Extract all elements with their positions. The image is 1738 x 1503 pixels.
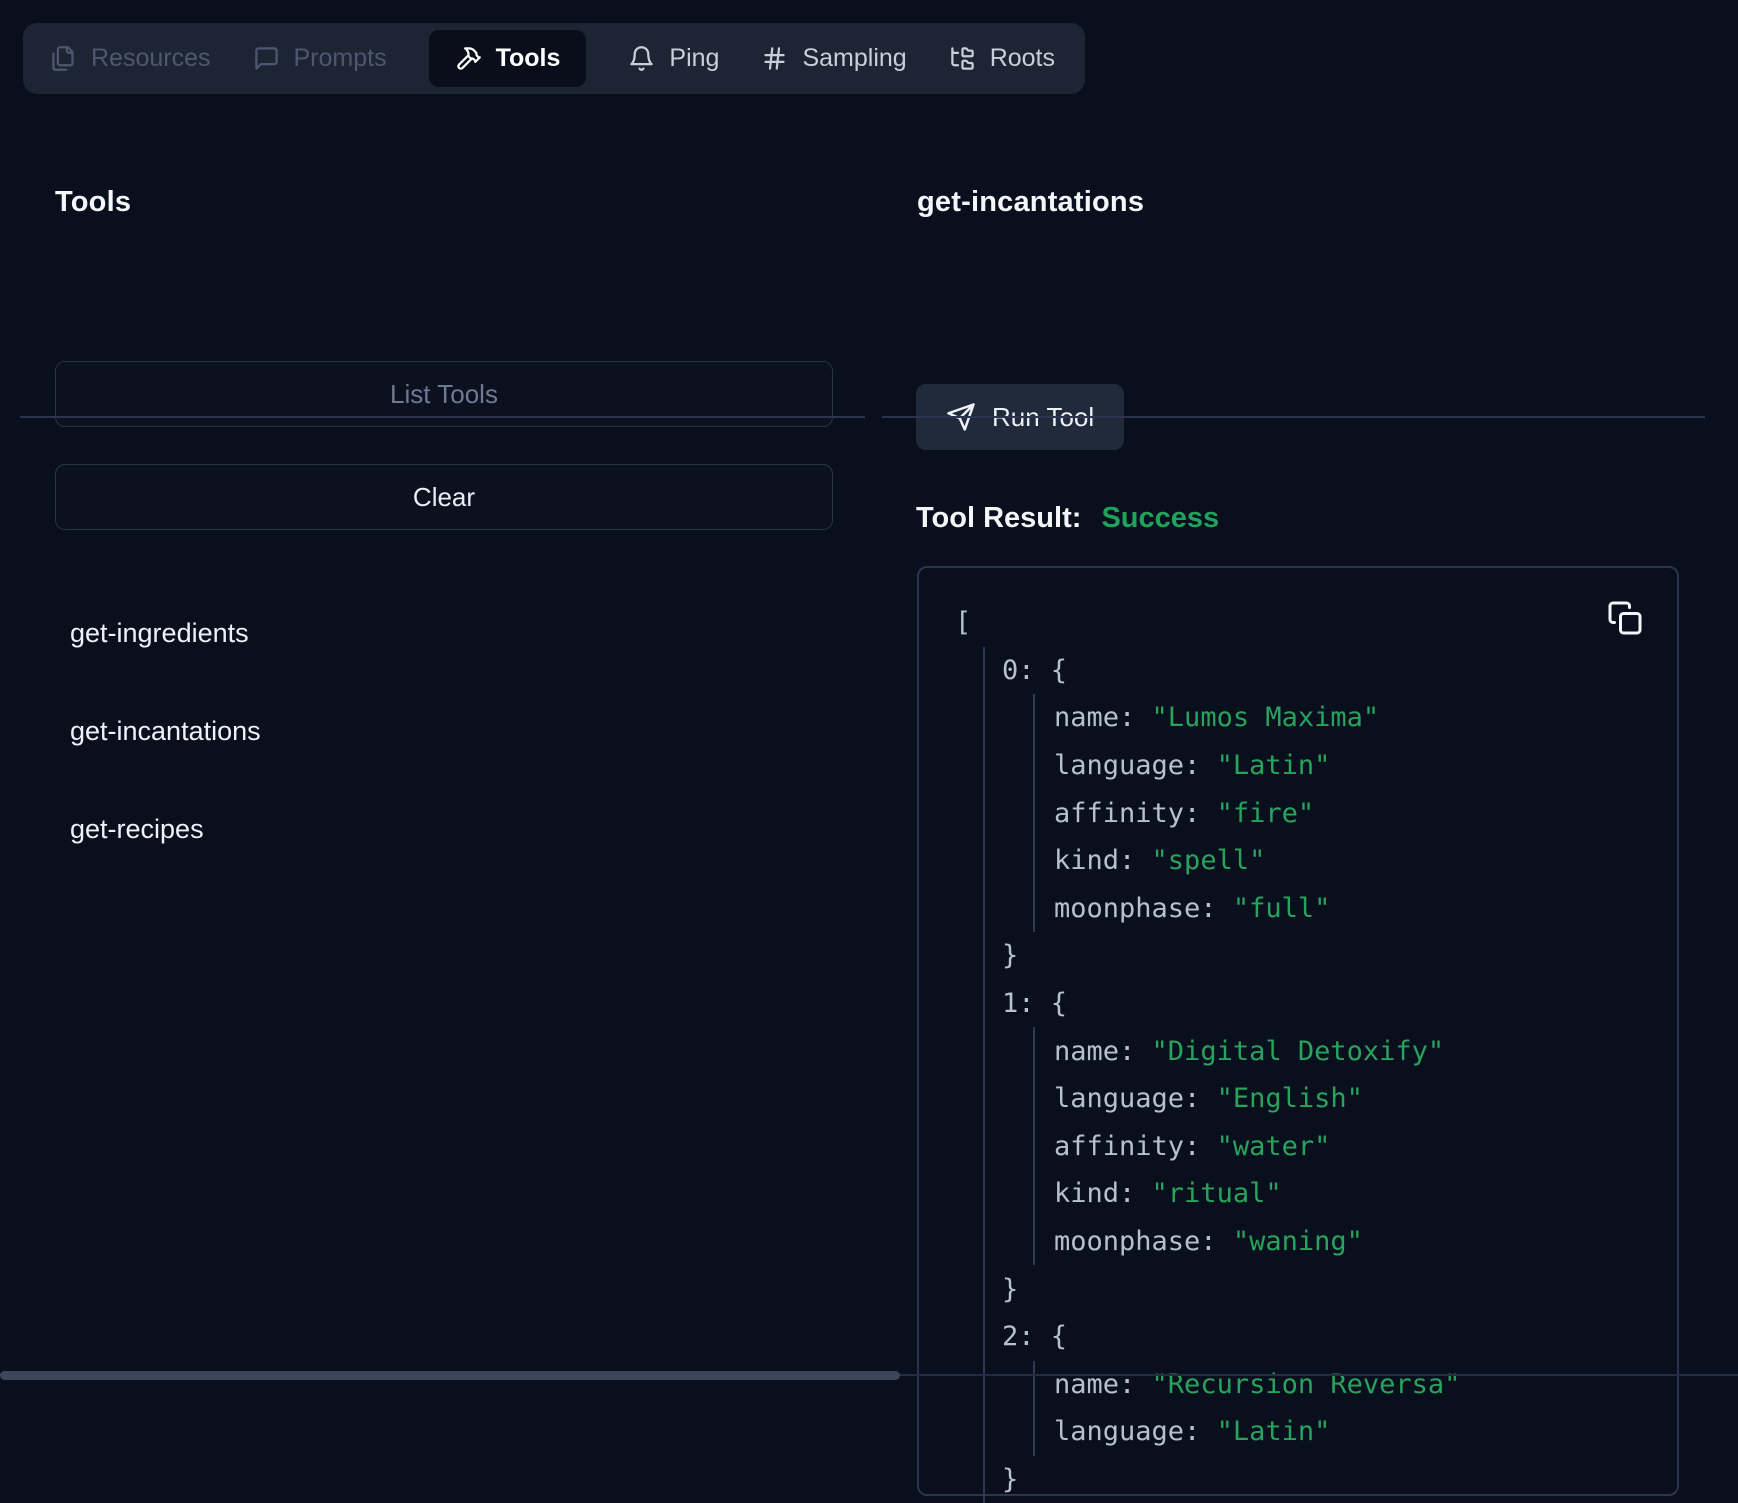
json-field-moonphase: moonphase: "full" xyxy=(1054,885,1641,933)
tools-panel-divider xyxy=(20,416,865,418)
json-field-kind: kind: "ritual" xyxy=(1054,1170,1641,1218)
json-field-language: language: "Latin" xyxy=(1054,742,1641,790)
nav-tab-tools[interactable]: Tools xyxy=(429,30,587,87)
files-icon xyxy=(50,45,77,72)
json-item-open: 0: { xyxy=(1002,647,1641,695)
hash-icon xyxy=(761,45,788,72)
nav-tab-label: Roots xyxy=(990,44,1055,73)
json-item-open: 1: { xyxy=(1002,980,1641,1028)
json-item-body: name: "Lumos Maxima"language: "Latin"aff… xyxy=(1033,694,1641,932)
nav-tab-ping[interactable]: Ping xyxy=(628,44,719,73)
nav-tab-label: Resources xyxy=(91,44,211,73)
tool-list-item-get-ingredients[interactable]: get-ingredients xyxy=(70,618,865,716)
json-item-close: } xyxy=(1002,1456,1641,1503)
clear-button[interactable]: Clear xyxy=(55,464,833,530)
tool-list-item-get-incantations[interactable]: get-incantations xyxy=(70,716,865,814)
tool-result-line: Tool Result: Success xyxy=(916,502,1705,535)
hammer-icon xyxy=(455,45,482,72)
json-field-name: name: "Lumos Maxima" xyxy=(1054,694,1641,742)
json-item-open: 2: { xyxy=(1002,1313,1641,1361)
json-field-name: name: "Recursion Reversa" xyxy=(1054,1361,1641,1409)
json-item-close: } xyxy=(1002,1265,1641,1313)
nav-tab-sampling[interactable]: Sampling xyxy=(761,44,906,73)
copy-result-button[interactable] xyxy=(1607,598,1647,638)
nav-tab-roots[interactable]: Roots xyxy=(949,44,1055,73)
tool-detail-divider xyxy=(882,416,1705,418)
top-nav-bar: Resources Prompts Tools Ping Sampling Roots xyxy=(23,23,1085,94)
nav-tab-label: Tools xyxy=(496,44,561,73)
json-field-affinity: affinity: "fire" xyxy=(1054,789,1641,837)
tools-panel: Tools List Tools Clear get-ingredientsge… xyxy=(20,160,865,912)
tool-result-json-viewer: [ 0: {name: "Lumos Maxima"language: "Lat… xyxy=(917,566,1679,1496)
horizontal-scrollbar-thumb[interactable] xyxy=(0,1371,900,1380)
tool-result-label: Tool Result: xyxy=(916,502,1081,534)
json-field-language: language: "English" xyxy=(1054,1075,1641,1123)
json-open-bracket: [ xyxy=(955,599,1641,647)
nav-tab-label: Prompts xyxy=(294,44,387,73)
json-item-close: } xyxy=(1002,932,1641,980)
json-field-name: name: "Digital Detoxify" xyxy=(1054,1027,1641,1075)
message-square-icon xyxy=(253,45,280,72)
tool-result-status: Success xyxy=(1101,502,1219,534)
tool-detail-panel: get-incantations Run Tool Tool Result: S… xyxy=(882,160,1705,1496)
copy-icon xyxy=(1607,600,1647,636)
nav-tab-label: Ping xyxy=(669,44,719,73)
nav-tab-prompts[interactable]: Prompts xyxy=(253,44,387,73)
bell-icon xyxy=(628,45,655,72)
tool-list: get-ingredientsget-incantationsget-recip… xyxy=(70,618,865,912)
json-field-kind: kind: "spell" xyxy=(1054,837,1641,885)
tool-detail-title: get-incantations xyxy=(917,186,1705,219)
tools-panel-title: Tools xyxy=(55,186,865,219)
json-field-moonphase: moonphase: "waning" xyxy=(1054,1218,1641,1266)
json-field-affinity: affinity: "water" xyxy=(1054,1123,1641,1171)
tool-list-item-get-recipes[interactable]: get-recipes xyxy=(70,814,865,912)
nav-tab-resources[interactable]: Resources xyxy=(50,44,211,73)
nav-tab-label: Sampling xyxy=(802,44,906,73)
json-item-body: name: "Digital Detoxify"language: "Engli… xyxy=(1033,1027,1641,1265)
folder-tree-icon xyxy=(949,45,976,72)
json-field-language: language: "Latin" xyxy=(1054,1408,1641,1456)
